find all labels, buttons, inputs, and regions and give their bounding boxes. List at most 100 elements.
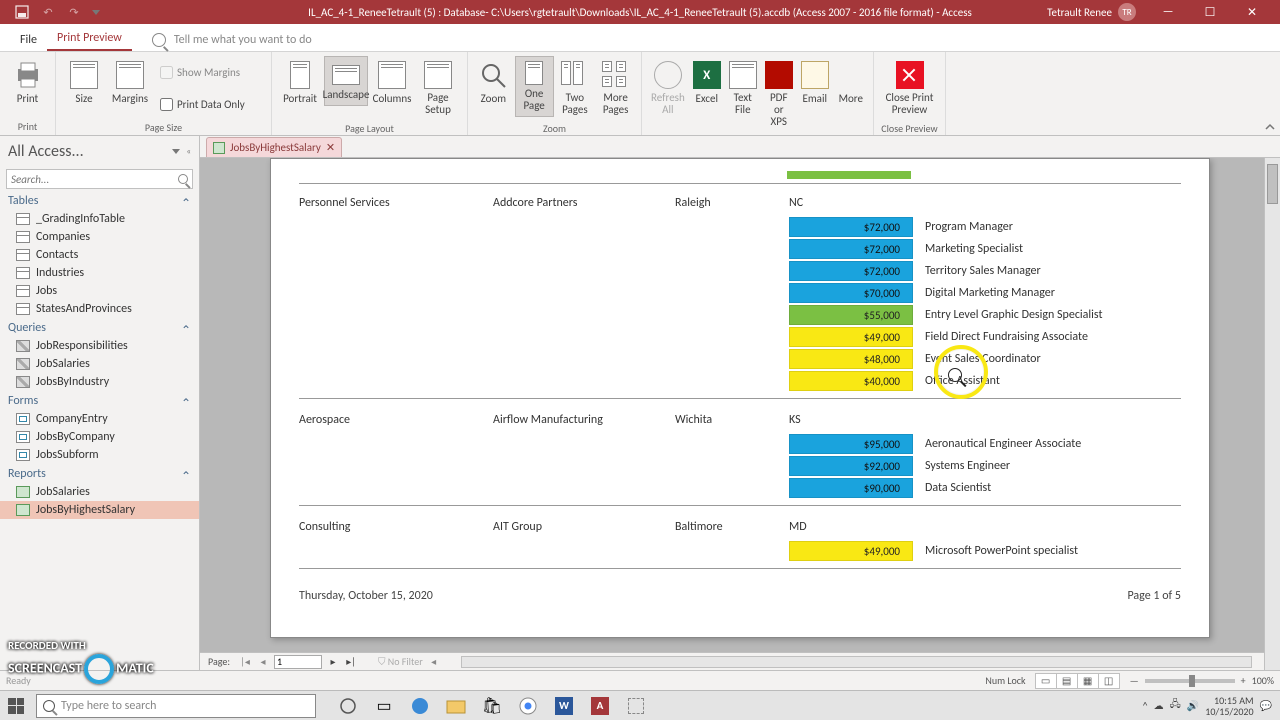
taskbar-search[interactable]: Type here to search xyxy=(36,694,316,718)
job-row: $49,000Field Direct Fundraising Associat… xyxy=(299,326,1181,348)
print-button[interactable]: Print xyxy=(6,56,49,110)
hscroll-left[interactable]: ◂ xyxy=(427,655,441,668)
undo-icon[interactable]: ↶ xyxy=(40,4,56,20)
minimize-button[interactable]: — xyxy=(1150,0,1186,24)
nav-group-header[interactable]: Queries⌃ xyxy=(0,318,199,337)
columns-button[interactable]: Columns xyxy=(370,56,414,110)
nav-item[interactable]: Industries xyxy=(0,264,199,282)
show-margins-checkbox[interactable]: Show Margins xyxy=(158,65,247,80)
design-view-button[interactable]: ◫ xyxy=(1098,673,1120,689)
one-page-button[interactable]: One Page xyxy=(515,56,554,117)
zoom-out-button[interactable]: — xyxy=(1130,674,1139,687)
two-pages-button[interactable]: Two Pages xyxy=(556,56,595,121)
redo-icon[interactable]: ↷ xyxy=(66,4,82,20)
nav-search-input[interactable] xyxy=(7,170,174,188)
document-tab[interactable]: JobsByHighestSalary ✕ xyxy=(206,137,342,157)
prev-page-button[interactable]: ◂ xyxy=(256,655,270,668)
user-account[interactable]: Tetrault Renee TR xyxy=(1047,3,1144,21)
landscape-button[interactable]: Landscape xyxy=(324,56,368,106)
nav-menu-dropdown-icon[interactable] xyxy=(172,149,180,154)
file-explorer-icon[interactable] xyxy=(442,692,470,720)
nav-item[interactable]: JobsByHighestSalary xyxy=(0,501,199,519)
next-page-button[interactable]: ▸ xyxy=(326,655,340,668)
chrome-icon[interactable] xyxy=(514,692,542,720)
print-preview-view-button[interactable]: ▤ xyxy=(1056,673,1078,689)
zoom-in-button[interactable]: + xyxy=(1241,674,1246,687)
nav-group-header[interactable]: Reports⌃ xyxy=(0,464,199,483)
tray-clock[interactable]: 10:15 AM 10/15/2020 xyxy=(1205,695,1253,717)
report-footer-date: Thursday, October 15, 2020 xyxy=(299,589,433,603)
size-button[interactable]: Size xyxy=(62,56,106,110)
text-file-button[interactable]: Text File xyxy=(726,56,760,121)
task-view-icon[interactable]: ▭ xyxy=(370,692,398,720)
nav-item[interactable]: Companies xyxy=(0,228,199,246)
layout-view-button[interactable]: ▦ xyxy=(1077,673,1099,689)
nav-item[interactable]: JobsSubform xyxy=(0,446,199,464)
volume-icon[interactable]: 🔊 xyxy=(1187,699,1199,712)
nav-item[interactable]: StatesAndProvinces xyxy=(0,300,199,318)
zoom-level[interactable]: 100% xyxy=(1252,674,1274,687)
nav-item[interactable]: JobResponsibilities xyxy=(0,337,199,355)
refresh-all-button[interactable]: Refresh All xyxy=(648,56,688,121)
word-icon[interactable]: W xyxy=(550,692,578,720)
maximize-button[interactable]: ☐ xyxy=(1192,0,1228,24)
search-icon xyxy=(152,33,166,47)
portrait-button[interactable]: Portrait xyxy=(278,56,322,110)
nav-group-header[interactable]: Forms⌃ xyxy=(0,391,199,410)
zoom-button[interactable]: Zoom xyxy=(474,56,513,110)
print-preview-tab[interactable]: Print Preview xyxy=(47,27,132,51)
filter-indicator[interactable]: ⛉ No Filter xyxy=(362,655,423,668)
excel-button[interactable]: XExcel xyxy=(690,56,724,110)
store-icon[interactable]: 🛍 xyxy=(478,692,506,720)
nav-collapse-icon[interactable]: « xyxy=(186,146,191,157)
nav-item[interactable]: Jobs xyxy=(0,282,199,300)
print-data-only-checkbox[interactable]: Print Data Only xyxy=(158,97,247,112)
file-tab[interactable]: File xyxy=(10,29,47,51)
unknown-icon[interactable] xyxy=(622,692,650,720)
nav-search[interactable] xyxy=(6,169,193,189)
save-icon[interactable] xyxy=(14,4,30,20)
nav-item[interactable]: CompanyEntry xyxy=(0,410,199,428)
email-button[interactable]: Email xyxy=(798,56,832,110)
onedrive-icon[interactable]: ☁ xyxy=(1154,699,1164,712)
page-number-input[interactable] xyxy=(274,655,322,669)
nav-item[interactable]: JobSalaries xyxy=(0,355,199,373)
report-view-button[interactable]: ▭ xyxy=(1035,673,1057,689)
qat-dropdown-icon[interactable] xyxy=(92,10,100,15)
last-page-button[interactable]: ▸| xyxy=(344,655,358,668)
nav-group-header[interactable]: Tables⌃ xyxy=(0,191,199,210)
nav-item[interactable]: JobsByCompany xyxy=(0,428,199,446)
report-page[interactable]: Personnel ServicesAddcore PartnersRaleig… xyxy=(270,158,1210,638)
nav-title[interactable]: All Access... xyxy=(8,142,166,161)
more-pages-button[interactable]: More Pages xyxy=(596,56,635,121)
pdf-xps-button[interactable]: PDF or XPS xyxy=(762,56,796,133)
close-tab-icon[interactable]: ✕ xyxy=(326,141,335,154)
collapse-ribbon-icon[interactable] xyxy=(1264,119,1276,131)
access-icon[interactable]: A xyxy=(586,692,614,720)
first-page-button[interactable]: |◂ xyxy=(238,655,252,668)
margins-button[interactable]: Margins xyxy=(108,56,152,110)
tell-me-search[interactable]: Tell me what you want to do xyxy=(132,33,312,51)
system-tray[interactable]: ^ ☁ 🖧 🔊 10:15 AM 10/15/2020 💬 xyxy=(1143,695,1280,717)
nav-item[interactable]: _GradingInfoTable xyxy=(0,210,199,228)
nav-item[interactable]: JobSalaries xyxy=(0,483,199,501)
nav-item[interactable]: JobsByIndustry xyxy=(0,373,199,391)
tell-me-placeholder: Tell me what you want to do xyxy=(174,33,312,47)
more-button[interactable]: More xyxy=(834,56,868,110)
close-button[interactable]: ✕ xyxy=(1234,0,1270,24)
nav-item[interactable]: Contacts xyxy=(0,246,199,264)
close-preview-button[interactable]: Close Print Preview xyxy=(880,56,939,121)
job-title: Data Scientist xyxy=(913,481,991,495)
network-icon[interactable]: 🖧 xyxy=(1170,697,1181,714)
zoom-slider[interactable] xyxy=(1145,679,1235,683)
notifications-icon[interactable]: 💬 xyxy=(1260,699,1272,712)
page-setup-button[interactable]: Page Setup xyxy=(416,56,460,121)
edge-icon[interactable] xyxy=(406,692,434,720)
tray-chevron-icon[interactable]: ^ xyxy=(1143,699,1148,712)
cortana-icon[interactable] xyxy=(334,692,362,720)
querie-icon xyxy=(16,376,30,388)
form-icon xyxy=(16,413,30,425)
horizontal-scrollbar[interactable] xyxy=(461,656,1252,668)
vertical-scrollbar[interactable] xyxy=(1264,158,1280,670)
start-button[interactable] xyxy=(0,691,32,721)
